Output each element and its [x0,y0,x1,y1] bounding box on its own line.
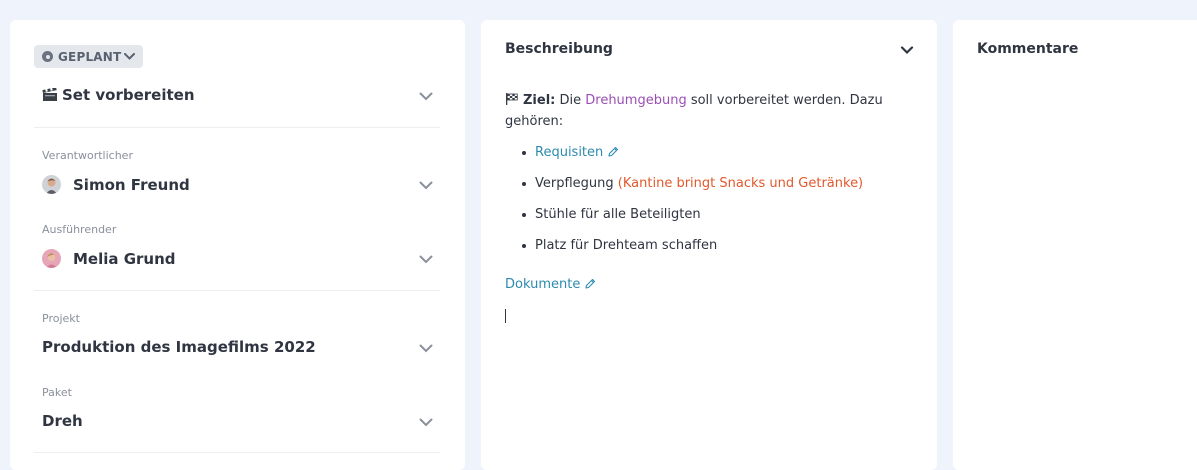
comments-panel: Kommentare [953,20,1197,470]
divider [34,127,440,128]
chevron-down-icon[interactable] [419,255,433,264]
drehumgebung-link[interactable]: Drehumgebung [585,93,686,108]
status-label: GEPLANT [58,49,122,64]
requisiten-link[interactable]: Requisiten [535,145,603,160]
field-label-project: Projekt [42,312,80,325]
project-name: Produktion des Imagefilms 2022 [42,338,316,356]
task-list: Requisiten Verpflegung (Kantine bringt S… [505,142,905,266]
task-title-text: Set vorbereiten [62,86,195,104]
package-select[interactable]: Dreh [42,412,83,430]
chevron-down-icon [124,53,136,60]
responsible-name: Simon Freund [73,175,190,194]
verpflegung-text: Verpflegung [535,176,614,191]
chevron-down-icon[interactable] [419,92,433,101]
status-dropdown[interactable]: GEPLANT [34,45,144,68]
chevron-down-icon[interactable] [419,344,433,353]
stuehle-text: Stühle für alle Beteiligten [535,207,701,222]
goal-paragraph: Ziel: Die Drehumgebung soll vorbereitet … [505,90,905,132]
text-cursor [505,309,506,323]
checkered-flag-icon [505,93,518,105]
pencil-icon[interactable] [584,278,596,290]
platz-text: Platz für Drehteam schaffen [535,238,718,253]
divider [34,452,440,453]
list-item: Requisiten [522,142,905,173]
field-label-responsible: Verantwortlicher [42,149,133,162]
avatar [42,175,61,194]
field-label-assignee: Ausführender [42,223,117,236]
package-name: Dreh [42,412,83,430]
chevron-down-icon[interactable] [419,181,433,190]
status-dot-icon [42,51,53,62]
clapperboard-icon [42,88,58,102]
pencil-icon[interactable] [607,146,619,158]
goal-text-pre: Die [555,93,586,108]
task-title[interactable]: Set vorbereiten [42,86,195,104]
list-item: Stühle für alle Beteiligten [522,204,905,235]
chevron-down-icon[interactable] [900,46,914,55]
description-title: Beschreibung [505,41,613,57]
assignee-name: Melia Grund [73,249,176,268]
avatar [42,249,61,268]
verpflegung-note: (Kantine bringt Snacks und Getränke) [617,176,864,191]
field-label-package: Paket [42,386,72,399]
chevron-down-icon[interactable] [419,418,433,427]
divider [34,290,440,291]
documents-row: Dokumente [505,277,596,292]
description-editor[interactable]: Ziel: Die Drehumgebung soll vorbereitet … [505,90,905,266]
responsible-select[interactable]: Simon Freund [42,175,190,194]
list-item: Platz für Drehteam schaffen [522,235,905,266]
task-details-panel: GEPLANT Set vorbereiten Verantwortlicher [10,20,465,470]
comments-title: Kommentare [977,41,1079,57]
project-select[interactable]: Produktion des Imagefilms 2022 [42,338,316,356]
assignee-select[interactable]: Melia Grund [42,249,176,268]
list-item: Verpflegung (Kantine bringt Snacks und G… [522,173,905,204]
documents-link[interactable]: Dokumente [505,277,580,292]
description-panel: Beschreibung Ziel: Die Drehumgebung soll… [481,20,937,470]
goal-label: Ziel: [523,93,556,108]
